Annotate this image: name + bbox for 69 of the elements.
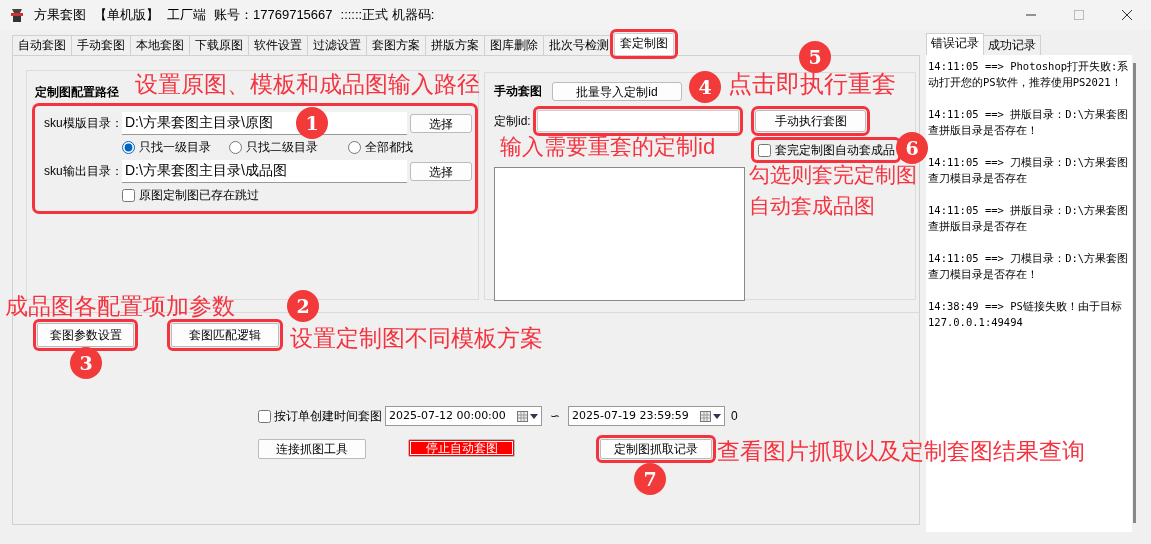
group-title: 定制图配置路径	[35, 84, 119, 101]
action-button[interactable]: 连接抓图工具	[258, 439, 366, 459]
calendar-icon	[700, 410, 711, 422]
choose-button[interactable]: 选择	[410, 161, 472, 181]
window-title: 方果套图	[34, 6, 86, 25]
date-text: 2025-07-19 23:59:59	[572, 407, 689, 424]
radio-label: 全部都找	[365, 139, 413, 156]
log-line: 查刀模目录是否存在！	[928, 266, 1038, 282]
license-label: ::::::正式 机器码:	[340, 6, 435, 25]
log-line: 14:11:05 ==> 刀模目录：D:\方果套图	[928, 155, 1129, 170]
checkbox-label: 按订单创建时间套图	[274, 408, 382, 425]
log-line: 14:11:05 ==> 拼版目录：D:\方果套图	[928, 107, 1129, 122]
callout-text: 自动套成品图	[749, 195, 875, 216]
checkbox[interactable]	[122, 188, 135, 202]
tab[interactable]: 批次号检测	[543, 35, 615, 55]
id-list-area[interactable]	[494, 167, 745, 301]
radio-label: 只找二级目录	[246, 139, 318, 156]
field-label: sku输出目录：	[44, 163, 120, 180]
callout-text: 点击即执行重套	[728, 72, 896, 96]
callout-text: 查看图片抓取以及定制套图结果查询	[717, 440, 1085, 463]
date-field[interactable]: 2025-07-19 23:59:59	[568, 406, 725, 426]
close-icon	[1122, 10, 1132, 20]
account-label: 账号：17769715667	[214, 6, 333, 25]
tab[interactable]: 自动套图	[12, 35, 72, 55]
log-line: 查拼版目录是否存在	[928, 218, 1027, 234]
range-separator: ∽	[550, 408, 560, 425]
callout-text: 设置定制图不同模板方案	[290, 327, 543, 350]
log-line: 127.0.0.1:49494	[928, 314, 1023, 330]
checkbox-option[interactable]: 套完定制图自动套成品	[755, 141, 897, 159]
role-label: 工厂端	[167, 6, 206, 25]
calendar-icon	[517, 410, 528, 422]
radio-button[interactable]	[122, 140, 135, 154]
caret-icon	[530, 413, 538, 419]
date-text: 2025-07-12 00:00:00	[389, 407, 506, 424]
path-field[interactable]: D:\方果套图主目录\成品图	[122, 159, 407, 183]
date-field[interactable]: 2025-07-12 00:00:00	[385, 406, 542, 426]
log-line: 查拼版目录是否存在！	[928, 122, 1038, 138]
radio-button[interactable]	[348, 140, 361, 154]
field-label: 定制id:	[494, 113, 531, 130]
group-title: 手动套图	[494, 83, 542, 100]
choose-button[interactable]: 选择	[410, 113, 472, 133]
callout-text: 成品图各配置项加参数	[5, 295, 235, 318]
import-button[interactable]: 批量导入定制id	[552, 81, 682, 101]
radio-button[interactable]	[229, 140, 242, 154]
log-line: 14:11:05 ==> 拼版目录：D:\方果套图	[928, 203, 1129, 218]
callout-text: 设置原图、模板和成品图输入路径	[135, 73, 480, 96]
log-line: 14:38:49 ==> PS链接失败！由于目标	[928, 299, 1122, 314]
checkbox[interactable]	[758, 143, 771, 157]
caret-icon	[713, 413, 721, 419]
checkbox-label: 原图定制图已存在跳过	[139, 187, 259, 204]
app-icon	[8, 6, 26, 24]
count-label: 0	[731, 408, 738, 425]
callout-text: 勾选则套完定制图	[749, 164, 917, 185]
field-label: sku模版目录：	[44, 115, 120, 132]
log-line: 14:11:05 ==> 刀模目录：D:\方果套图	[928, 251, 1129, 266]
edition-label: 【单机版】	[94, 6, 159, 25]
checkbox[interactable]	[258, 409, 271, 423]
tab[interactable]: 错误记录	[926, 33, 984, 55]
radio-label: 只找一级目录	[139, 139, 211, 156]
log-line: 动打开您的PS软件，推荐使用PS2021！	[928, 74, 1122, 90]
callout-text: 输入需要重套的定制id	[500, 136, 716, 158]
log-line: 14:11:05 ==> Photoshop打开失败:系	[928, 59, 1129, 74]
stop-button[interactable]: 停止自动套图	[408, 439, 515, 457]
maximize-icon	[1074, 10, 1084, 20]
checkbox-label: 套完定制图自动套成品	[775, 142, 895, 159]
scrollbar[interactable]	[1133, 63, 1136, 523]
log-line: 查刀模目录是否存在	[928, 170, 1027, 186]
number-badge: 5	[799, 41, 831, 73]
tab[interactable]: 成功记录	[983, 35, 1041, 55]
